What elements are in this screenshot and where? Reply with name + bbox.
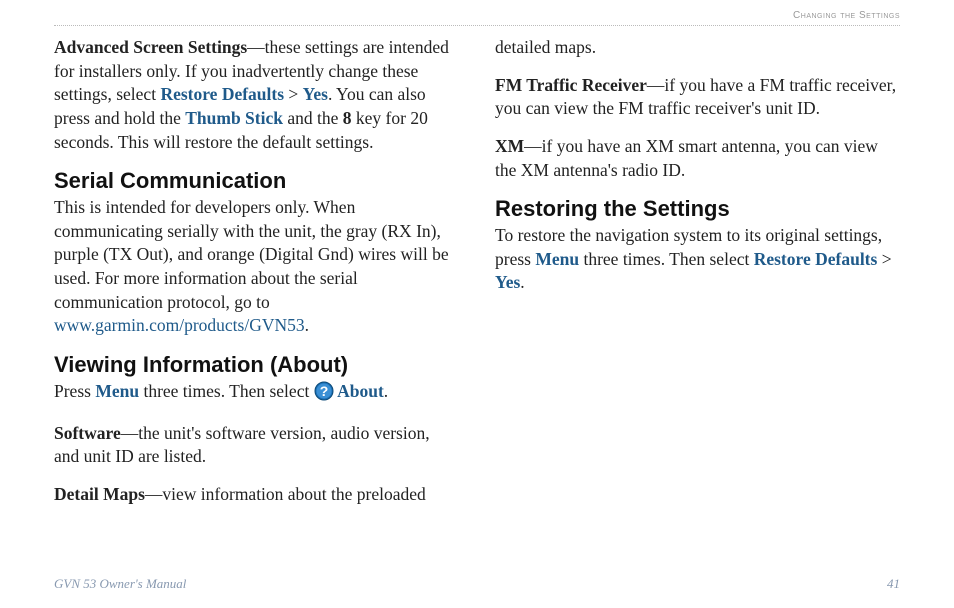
- label-xm: XM: [495, 136, 524, 156]
- text: Press: [54, 381, 95, 401]
- columns: Advanced Screen Settings—these settings …: [54, 36, 900, 520]
- link-menu: Menu: [95, 381, 139, 401]
- para-fm-traffic: FM Traffic Receiver—if you have a FM tra…: [495, 74, 900, 121]
- para-detailed-maps-cont: detailed maps.: [495, 36, 900, 60]
- link-thumb-stick: Thumb Stick: [185, 108, 283, 128]
- para-advanced-screen: Advanced Screen Settings—these settings …: [54, 36, 459, 154]
- para-detail-maps: Detail Maps—view information about the p…: [54, 483, 459, 507]
- para-software: Software—the unit's software version, au…: [54, 422, 459, 469]
- text: —view information about the preloaded: [145, 484, 426, 504]
- footer-left: GVN 53 Owner's Manual: [54, 576, 186, 592]
- text: >: [284, 84, 303, 104]
- label-detail-maps: Detail Maps: [54, 484, 145, 504]
- label-software: Software: [54, 423, 121, 443]
- link-yes: Yes: [303, 84, 328, 104]
- page-footer: GVN 53 Owner's Manual 41: [54, 576, 900, 592]
- para-press-menu: Press Menu three times. Then select ? Ab…: [54, 380, 459, 408]
- text: three times. Then select: [139, 381, 314, 401]
- text: >: [877, 249, 891, 269]
- link-garmin-url[interactable]: www.garmin.com/products/GVN53: [54, 315, 305, 335]
- text: three times. Then select: [579, 249, 754, 269]
- text: This is intended for developers only. Wh…: [54, 197, 449, 312]
- right-column: detailed maps. FM Traffic Receiver—if yo…: [495, 36, 900, 520]
- page-number: 41: [887, 576, 900, 592]
- left-column: Advanced Screen Settings—these settings …: [54, 36, 459, 520]
- text: .: [305, 315, 309, 335]
- link-restore-defaults-2: Restore Defaults: [754, 249, 878, 269]
- text: .: [384, 381, 388, 401]
- svg-text:?: ?: [319, 383, 328, 399]
- page: Changing the Settings Advanced Screen Se…: [0, 0, 954, 520]
- text: detailed maps.: [495, 37, 596, 57]
- label-fm-traffic: FM Traffic Receiver: [495, 75, 647, 95]
- para-restore: To restore the navigation system to its …: [495, 224, 900, 295]
- text: .: [520, 272, 524, 292]
- link-yes-2: Yes: [495, 272, 520, 292]
- heading-serial-communication: Serial Communication: [54, 168, 459, 194]
- para-xm: XM—if you have an XM smart antenna, you …: [495, 135, 900, 182]
- para-serial: This is intended for developers only. Wh…: [54, 196, 459, 338]
- text: and the: [283, 108, 343, 128]
- key-8: 8: [343, 108, 352, 128]
- label-advanced-screen: Advanced Screen Settings: [54, 37, 247, 57]
- page-header: Changing the Settings: [54, 10, 900, 26]
- heading-restoring-settings: Restoring the Settings: [495, 196, 900, 222]
- heading-viewing-information: Viewing Information (About): [54, 352, 459, 378]
- link-restore-defaults: Restore Defaults: [160, 84, 284, 104]
- text: —if you have an XM smart antenna, you ca…: [495, 136, 878, 180]
- section-title: Changing the Settings: [793, 10, 900, 21]
- link-about: About: [334, 381, 384, 401]
- help-icon: ?: [314, 381, 334, 408]
- link-menu-2: Menu: [535, 249, 579, 269]
